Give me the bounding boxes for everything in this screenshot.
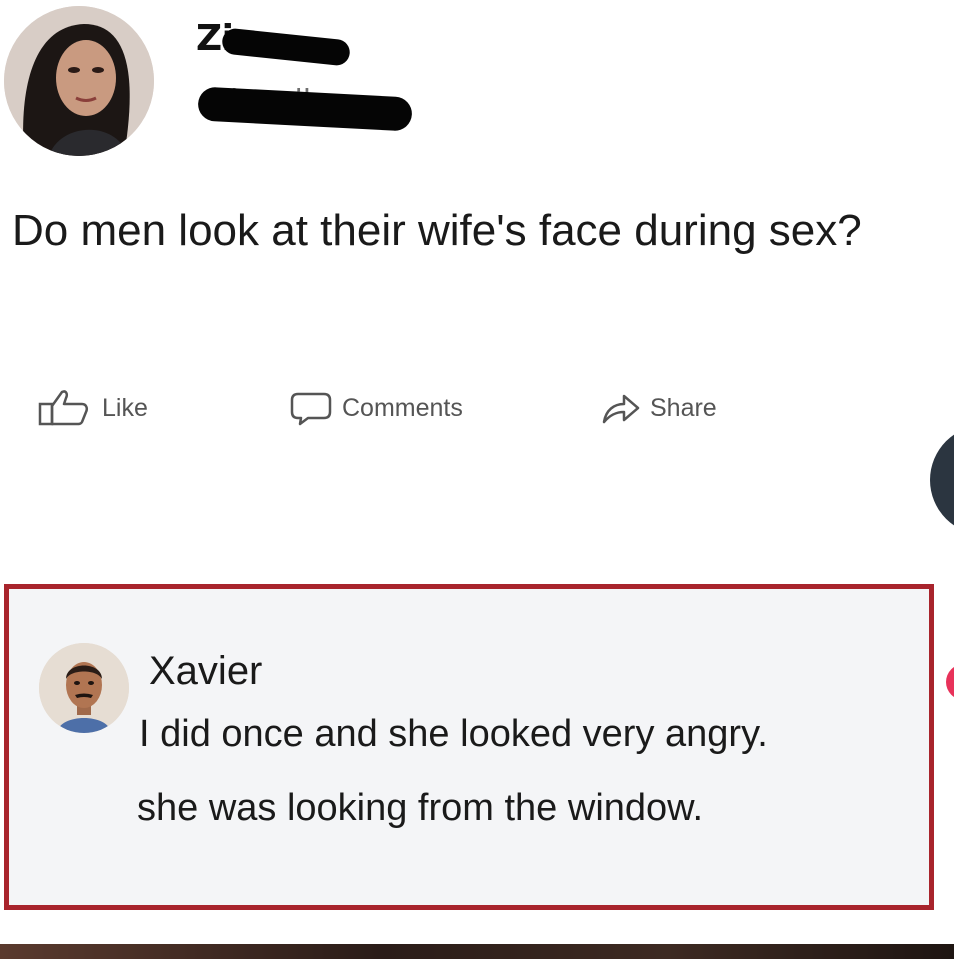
commenter-avatar[interactable] <box>39 643 129 733</box>
author-avatar[interactable] <box>4 6 154 156</box>
post-text: Do men look at their wife's face during … <box>12 206 862 255</box>
redaction-mark-handle <box>197 86 413 132</box>
comment-text-line-2: she was looking from the window. <box>137 787 704 829</box>
partial-thumbnail <box>930 425 954 535</box>
commenter-name[interactable]: Xavier <box>149 649 262 694</box>
comments-label: Comments <box>342 393 463 422</box>
partial-badge <box>946 664 954 700</box>
share-button[interactable]: Share <box>600 388 717 428</box>
share-arrow-icon <box>602 394 640 424</box>
highlighted-comment: Xavier I did once and she looked very an… <box>4 584 934 910</box>
screenshot: Zi @lt...zils Do men look at their wife'… <box>0 0 954 959</box>
redaction-mark-name <box>220 27 352 67</box>
comments-button[interactable]: Comments <box>290 388 463 428</box>
speech-bubble-icon <box>290 392 332 426</box>
like-button[interactable]: Like <box>36 388 148 428</box>
share-label: Share <box>650 393 717 422</box>
thumbs-up-icon <box>38 390 89 426</box>
comment-text-line-1: I did once and she looked very angry. <box>139 713 768 755</box>
bottom-video-strip <box>0 944 954 959</box>
like-label: Like <box>102 393 148 422</box>
